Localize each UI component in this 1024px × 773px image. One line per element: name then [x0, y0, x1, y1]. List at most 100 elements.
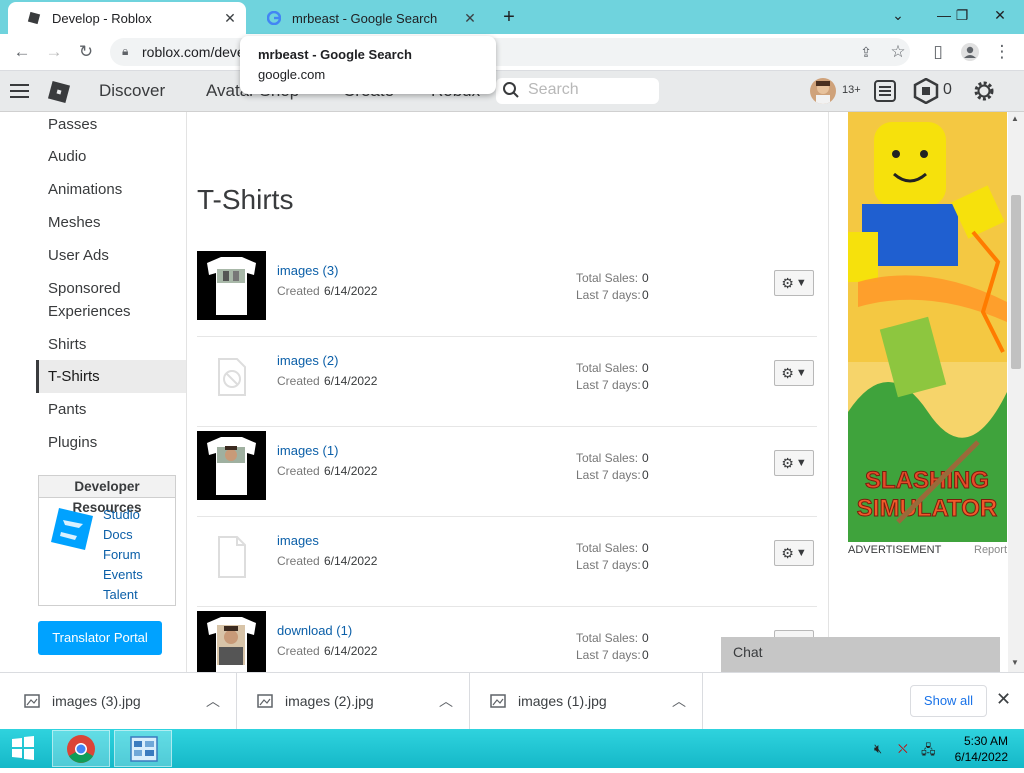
tab-search-chevron-icon[interactable]: ⌄ [880, 0, 916, 30]
download-file-name: images (1).jpg [518, 693, 607, 709]
robux-count: 0 [943, 81, 952, 98]
menu-kebab-icon[interactable]: ⋮ [988, 38, 1016, 66]
translator-portal-button[interactable]: Translator Portal [38, 621, 162, 655]
sidebar-item-passes[interactable]: Passes [48, 113, 97, 136]
download-file-name: images (3).jpg [52, 693, 141, 709]
item-settings-button[interactable]: ⚙▼ [774, 540, 814, 566]
search-icon [502, 81, 520, 104]
lock-icon: 🔒︎ [122, 44, 129, 58]
network-error-icon[interactable]: ⛌ [898, 741, 908, 757]
developer-resources-panel: Developer Resources Studio Docs Forum Ev… [38, 475, 176, 606]
item-name-link[interactable]: images (1) [277, 443, 338, 458]
close-tab-icon[interactable]: ✕ [462, 10, 478, 26]
url-text: roblox.com/deve [142, 44, 245, 60]
notifications-list-icon[interactable] [873, 79, 897, 108]
sidebar-item-animations[interactable]: Animations [48, 178, 122, 201]
item-thumbnail[interactable] [197, 251, 266, 320]
address-bar[interactable]: 🔒︎ roblox.com/deve [110, 38, 910, 66]
item-name-link[interactable]: images (3) [277, 263, 338, 278]
item-thumbnail[interactable] [197, 611, 266, 672]
tab-google-search[interactable]: mrbeast - Google Search ✕ [248, 2, 486, 34]
devres-link-forum[interactable]: Forum [103, 547, 141, 562]
last-7-days-label: Last 7 days: [576, 558, 641, 572]
hamburger-menu-icon[interactable] [10, 82, 30, 100]
sidebar-item-pants[interactable]: Pants [48, 398, 86, 421]
chevron-up-icon[interactable]: ︿ [206, 691, 220, 711]
item-settings-button[interactable]: ⚙▼ [774, 360, 814, 386]
sidebar-item-shirts[interactable]: Shirts [48, 333, 86, 356]
sidebar-item-user-ads[interactable]: User Ads [48, 244, 109, 267]
tab-title: Develop - Roblox [52, 10, 152, 26]
last-7-days-value: 0 [642, 288, 649, 302]
item-settings-button[interactable]: ⚙▼ [774, 450, 814, 476]
close-downloads-icon[interactable]: ✕ [996, 689, 1011, 710]
last-7-days-value: 0 [642, 468, 649, 482]
settings-gear-icon[interactable] [971, 78, 997, 109]
search-input[interactable]: Search [496, 78, 659, 104]
scrollbar-thumb[interactable] [1011, 195, 1021, 369]
item-name-link[interactable]: images (2) [277, 353, 338, 368]
taskbar-chrome-icon[interactable] [52, 730, 110, 767]
download-item[interactable]: images (3).jpg ︿ [4, 673, 237, 730]
sidebar-item-sponsored-experiences[interactable]: Sponsored Experiences [48, 277, 148, 323]
item-settings-button[interactable]: ⚙▼ [774, 270, 814, 296]
volume-muted-icon[interactable]: 🔇︎ [874, 741, 882, 757]
scroll-up-arrow-icon[interactable]: ▲ [1011, 114, 1019, 123]
side-panel-icon[interactable]: ▯ [924, 38, 952, 66]
share-icon[interactable]: ⇪ [852, 38, 880, 66]
forward-button[interactable]: → [40, 38, 68, 66]
gear-icon: ⚙ [781, 364, 794, 381]
sidebar-item-t-shirts[interactable]: T-Shirts [48, 365, 100, 388]
download-item[interactable]: images (1).jpg ︿ [470, 673, 703, 730]
taskbar-control-panel-icon[interactable] [114, 730, 172, 767]
close-tab-icon[interactable]: ✕ [222, 10, 238, 26]
pending-thumbnail-icon[interactable] [197, 521, 266, 590]
total-sales-label: Total Sales: [576, 451, 639, 465]
advertisement-banner[interactable]: SLASHING SIMULATOR [848, 112, 1007, 542]
last-7-days-value: 0 [642, 648, 649, 662]
list-item: images (1) Created 6/14/2022 Total Sales… [197, 427, 817, 517]
item-thumbnail[interactable] [197, 431, 266, 500]
chat-bar[interactable]: Chat [721, 637, 1000, 672]
download-item[interactable]: images (2).jpg ︿ [237, 673, 470, 730]
show-all-downloads-button[interactable]: Show all [910, 685, 987, 717]
windows-start-icon[interactable] [4, 733, 46, 765]
new-tab-button[interactable]: + [498, 6, 520, 28]
network-icon[interactable]: 🖧︎ [921, 741, 936, 763]
reload-button[interactable]: ↻ [72, 38, 100, 66]
total-sales-label: Total Sales: [576, 541, 639, 555]
unavailable-thumbnail-icon[interactable] [197, 341, 266, 410]
profile-icon[interactable] [956, 38, 984, 66]
sidebar-item-plugins[interactable]: Plugins [48, 431, 97, 454]
chevron-up-icon[interactable]: ︿ [439, 691, 453, 711]
chevron-up-icon[interactable]: ︿ [672, 691, 686, 711]
scroll-down-arrow-icon[interactable]: ▼ [1011, 658, 1019, 667]
devres-link-events[interactable]: Events [103, 567, 143, 582]
nav-discover[interactable]: Discover [99, 81, 165, 101]
item-name-link[interactable]: images [277, 533, 319, 548]
system-clock[interactable]: 5:30 AM 6/14/2022 [948, 733, 1008, 765]
tab-develop-roblox[interactable]: Develop - Roblox ✕ [8, 2, 246, 34]
avatar[interactable] [810, 78, 836, 104]
close-window-button[interactable]: ✕ [982, 0, 1018, 30]
sidebar-item-audio[interactable]: Audio [48, 145, 86, 168]
item-name-link[interactable]: download (1) [277, 623, 352, 638]
devres-link-talent[interactable]: Talent [103, 587, 138, 602]
list-item: images Created 6/14/2022 Total Sales: 0 … [197, 517, 817, 607]
last-7-days-label: Last 7 days: [576, 288, 641, 302]
total-sales-value: 0 [642, 271, 649, 285]
devres-link-docs[interactable]: Docs [103, 527, 133, 542]
download-file-name: images (2).jpg [285, 693, 374, 709]
tab-title: mrbeast - Google Search [292, 10, 438, 26]
roblox-logo-icon[interactable] [46, 79, 72, 105]
robux-icon[interactable] [913, 77, 939, 109]
google-favicon-icon [266, 10, 282, 26]
devres-link-studio[interactable]: Studio [103, 507, 140, 522]
list-item: images (3) Created 6/14/2022 Total Sales… [197, 247, 817, 337]
ad-report-link[interactable]: Report [974, 544, 1007, 556]
sidebar-item-meshes[interactable]: Meshes [48, 211, 101, 234]
back-button[interactable]: ← [8, 38, 36, 66]
restore-button[interactable]: ❐ [944, 0, 980, 30]
bookmark-star-icon[interactable]: ☆ [884, 38, 912, 66]
caret-down-icon: ▼ [795, 457, 807, 469]
